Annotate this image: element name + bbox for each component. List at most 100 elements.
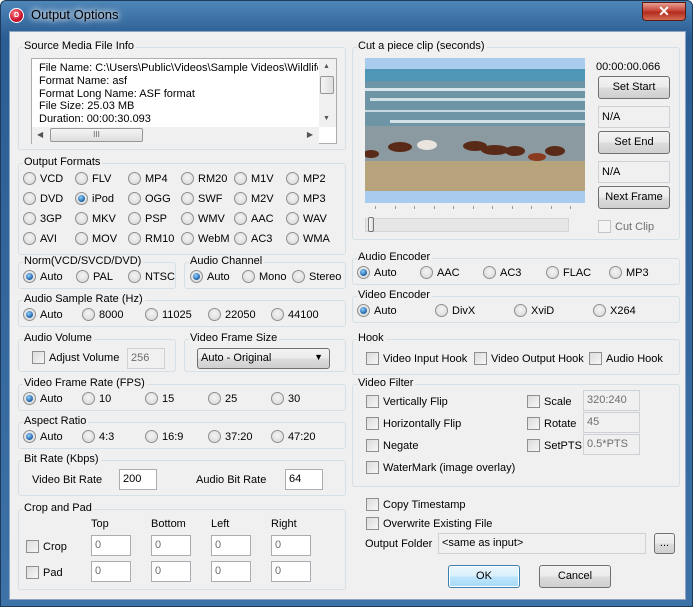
- vertical-scrollbar[interactable]: ▲ ▼: [319, 59, 336, 127]
- radio-icon[interactable]: [23, 232, 36, 245]
- audio-encoder-radio-aac[interactable]: AAC: [420, 266, 460, 279]
- format-radio-wma[interactable]: WMA: [286, 232, 330, 245]
- format-radio-wav[interactable]: WAV: [286, 212, 327, 225]
- format-radio-3gp[interactable]: 3GP: [23, 212, 62, 225]
- radio-icon[interactable]: [234, 192, 247, 205]
- radio-icon[interactable]: [23, 172, 36, 185]
- filter-vertically-flip-checkbox[interactable]: Vertically Flip: [366, 395, 448, 408]
- scroll-thumb-h[interactable]: III: [50, 128, 143, 142]
- format-radio-rm10[interactable]: RM10: [128, 232, 174, 245]
- scroll-right-icon[interactable]: ▶: [307, 130, 313, 139]
- filter-scale-checkbox[interactable]: Scale: [527, 395, 572, 408]
- adjust-volume-check-icon[interactable]: [32, 351, 45, 364]
- sample-rate-radio-22050[interactable]: 22050: [208, 308, 256, 321]
- filter-rotate-input[interactable]: 45: [583, 412, 640, 433]
- aspect-ratio-radio-4-3[interactable]: 4:3: [82, 430, 114, 443]
- frame-rate-radio-30[interactable]: 30: [271, 392, 300, 405]
- copy-timestamp-checkbox[interactable]: Copy Timestamp: [366, 498, 466, 511]
- radio-icon[interactable]: [234, 212, 247, 225]
- audio-channel-radio-stereo[interactable]: Stereo: [292, 270, 341, 283]
- filter-negate-check-icon[interactable]: [366, 439, 379, 452]
- filter-watermark-image-overlay-check-icon[interactable]: [366, 461, 379, 474]
- hook-video-output-hook-checkbox[interactable]: Video Output Hook: [474, 352, 584, 365]
- radio-icon[interactable]: [82, 308, 95, 321]
- radio-icon[interactable]: [23, 270, 36, 283]
- format-radio-aac[interactable]: AAC: [234, 212, 274, 225]
- filter-watermark-image-overlay-checkbox[interactable]: WaterMark (image overlay): [366, 461, 515, 474]
- format-radio-swf[interactable]: SWF: [181, 192, 222, 205]
- cut-clip-checkbox[interactable]: Cut Clip: [598, 220, 654, 233]
- frame-rate-radio-25[interactable]: 25: [208, 392, 237, 405]
- radio-icon[interactable]: [208, 392, 221, 405]
- radio-icon[interactable]: [75, 192, 88, 205]
- cut-clip-check-icon[interactable]: [598, 220, 611, 233]
- format-radio-avi[interactable]: AVI: [23, 232, 57, 245]
- radio-icon[interactable]: [609, 266, 622, 279]
- radio-icon[interactable]: [357, 266, 370, 279]
- radio-icon[interactable]: [181, 232, 194, 245]
- radio-icon[interactable]: [82, 392, 95, 405]
- radio-icon[interactable]: [483, 266, 496, 279]
- sample-rate-radio-44100[interactable]: 44100: [271, 308, 319, 321]
- format-radio-vcd[interactable]: VCD: [23, 172, 63, 185]
- norm-radio-pal[interactable]: PAL: [76, 270, 113, 283]
- radio-icon[interactable]: [75, 172, 88, 185]
- sample-rate-radio-8000[interactable]: 8000: [82, 308, 123, 321]
- radio-icon[interactable]: [292, 270, 305, 283]
- aspect-ratio-radio-47-20[interactable]: 47:20: [271, 430, 316, 443]
- radio-icon[interactable]: [76, 270, 89, 283]
- audio-encoder-radio-ac3[interactable]: AC3: [483, 266, 521, 279]
- radio-icon[interactable]: [271, 430, 284, 443]
- title-bar[interactable]: D Output Options ✕: [1, 1, 693, 31]
- radio-icon[interactable]: [181, 212, 194, 225]
- filter-horizontally-flip-check-icon[interactable]: [366, 417, 379, 430]
- aspect-ratio-radio-16-9[interactable]: 16:9: [145, 430, 183, 443]
- radio-icon[interactable]: [286, 172, 299, 185]
- radio-icon[interactable]: [190, 270, 203, 283]
- next-frame-button[interactable]: Next Frame: [598, 186, 670, 209]
- radio-icon[interactable]: [23, 212, 36, 225]
- pad-checkbox[interactable]: Pad: [26, 566, 63, 579]
- format-radio-mp4[interactable]: MP4: [128, 172, 168, 185]
- pad-bottom-input[interactable]: 0: [151, 561, 191, 582]
- format-radio-mov[interactable]: MOV: [75, 232, 117, 245]
- radio-icon[interactable]: [514, 304, 527, 317]
- pad-left-input[interactable]: 0: [211, 561, 251, 582]
- radio-icon[interactable]: [181, 192, 194, 205]
- radio-icon[interactable]: [357, 304, 370, 317]
- radio-icon[interactable]: [23, 430, 36, 443]
- radio-icon[interactable]: [208, 308, 221, 321]
- filter-setpts-input[interactable]: 0.5*PTS: [583, 434, 640, 455]
- format-radio-mkv[interactable]: MKV: [75, 212, 116, 225]
- frame-size-select[interactable]: Auto - Original ▼: [197, 348, 330, 369]
- sample-rate-radio-auto[interactable]: Auto: [23, 308, 63, 321]
- format-radio-wmv[interactable]: WMV: [181, 212, 225, 225]
- norm-radio-auto[interactable]: Auto: [23, 270, 63, 283]
- adjust-volume-checkbox[interactable]: Adjust Volume: [32, 351, 119, 364]
- format-radio-dvd[interactable]: DVD: [23, 192, 63, 205]
- radio-icon[interactable]: [128, 212, 141, 225]
- audio-channel-radio-mono[interactable]: Mono: [242, 270, 287, 283]
- frame-rate-radio-10[interactable]: 10: [82, 392, 111, 405]
- filter-setpts-check-icon[interactable]: [527, 439, 540, 452]
- scroll-left-icon[interactable]: ◀: [37, 130, 43, 139]
- norm-radio-ntsc[interactable]: NTSC: [128, 270, 175, 283]
- filter-scale-check-icon[interactable]: [527, 395, 540, 408]
- pad-top-input[interactable]: 0: [91, 561, 131, 582]
- audio-encoder-radio-flac[interactable]: FLAC: [546, 266, 591, 279]
- radio-icon[interactable]: [128, 232, 141, 245]
- set-end-button[interactable]: Set End: [598, 131, 670, 154]
- filter-setpts-checkbox[interactable]: SetPTS: [527, 439, 582, 452]
- copy-timestamp-check-icon[interactable]: [366, 498, 379, 511]
- radio-icon[interactable]: [75, 212, 88, 225]
- filter-negate-checkbox[interactable]: Negate: [366, 439, 418, 452]
- radio-icon[interactable]: [271, 308, 284, 321]
- aspect-ratio-radio-37-20[interactable]: 37:20: [208, 430, 253, 443]
- set-start-button[interactable]: Set Start: [598, 76, 670, 99]
- audio-channel-radio-auto[interactable]: Auto: [190, 270, 230, 283]
- format-radio-ipod[interactable]: iPod: [75, 192, 114, 205]
- browse-folder-button[interactable]: ...: [654, 533, 675, 554]
- format-radio-m2v[interactable]: M2V: [234, 192, 274, 205]
- radio-icon[interactable]: [145, 308, 158, 321]
- horizontal-scrollbar[interactable]: ◀ III ▶: [32, 127, 319, 144]
